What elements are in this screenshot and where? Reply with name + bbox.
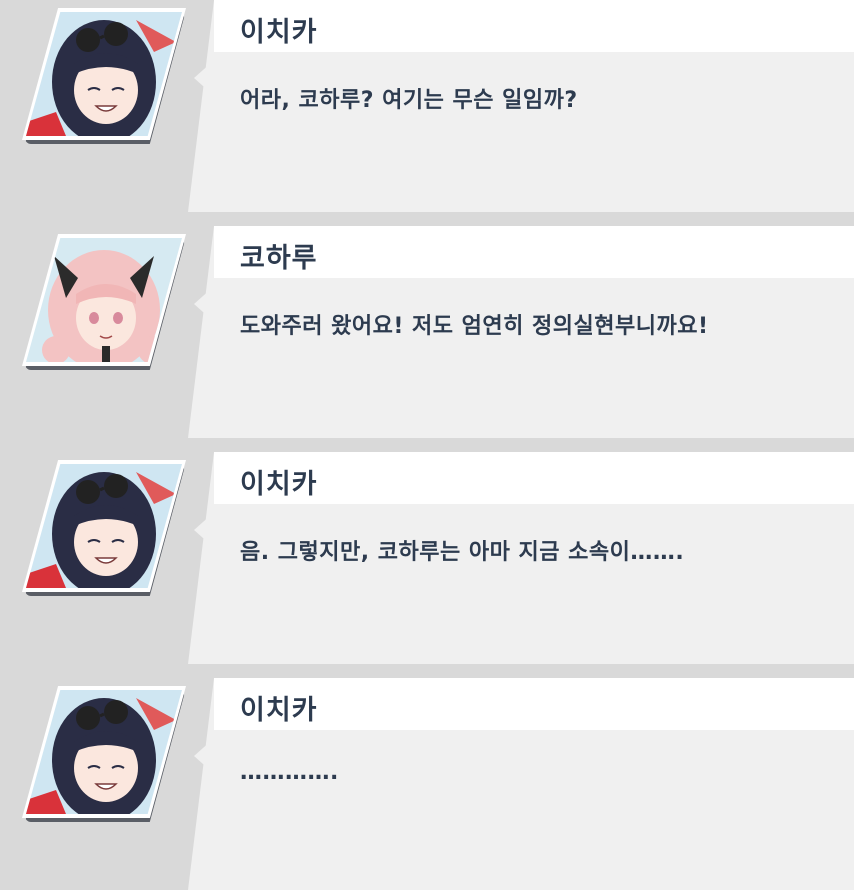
dialogue-entry: 이치카 …………. (0, 678, 854, 890)
dialogue-entry: 이치카 어라, 코하루? 여기는 무슨 일임까? (0, 0, 854, 212)
koharu-portrait-icon (26, 238, 182, 362)
speech-bubble: 이치카 음. 그렇지만, 코하루는 아마 지금 소속이……. (188, 452, 854, 664)
avatar (22, 686, 188, 822)
avatar (22, 8, 188, 144)
dialogue-text: 도와주러 왔어요! 저도 엄연히 정의실현부니까요! (240, 314, 709, 339)
dialogue-text: …………. (240, 760, 339, 785)
dialogue-entry: 이치카 음. 그렇지만, 코하루는 아마 지금 소속이……. (0, 452, 854, 664)
speech-bubble: 이치카 …………. (188, 678, 854, 890)
ichika-portrait-icon (26, 464, 182, 588)
speaker-name: 이치카 (240, 17, 318, 48)
speaker-name: 코하루 (240, 243, 318, 274)
bubble-tail (194, 62, 212, 94)
ichika-portrait-icon (26, 690, 182, 814)
dialogue-text: 음. 그렇지만, 코하루는 아마 지금 소속이……. (240, 540, 685, 565)
avatar (22, 234, 188, 370)
speech-bubble: 코하루 도와주러 왔어요! 저도 엄연히 정의실현부니까요! (188, 226, 854, 438)
ichika-portrait-icon (26, 12, 182, 136)
avatar (22, 460, 188, 596)
bubble-tail (194, 288, 212, 320)
speaker-name: 이치카 (240, 469, 318, 500)
bubble-tail (194, 514, 212, 546)
speech-bubble: 이치카 어라, 코하루? 여기는 무슨 일임까? (188, 0, 854, 212)
bubble-tail (194, 740, 212, 772)
speaker-name: 이치카 (240, 695, 318, 726)
dialogue-text: 어라, 코하루? 여기는 무슨 일임까? (240, 88, 578, 113)
dialogue-entry: 코하루 도와주러 왔어요! 저도 엄연히 정의실현부니까요! (0, 226, 854, 438)
